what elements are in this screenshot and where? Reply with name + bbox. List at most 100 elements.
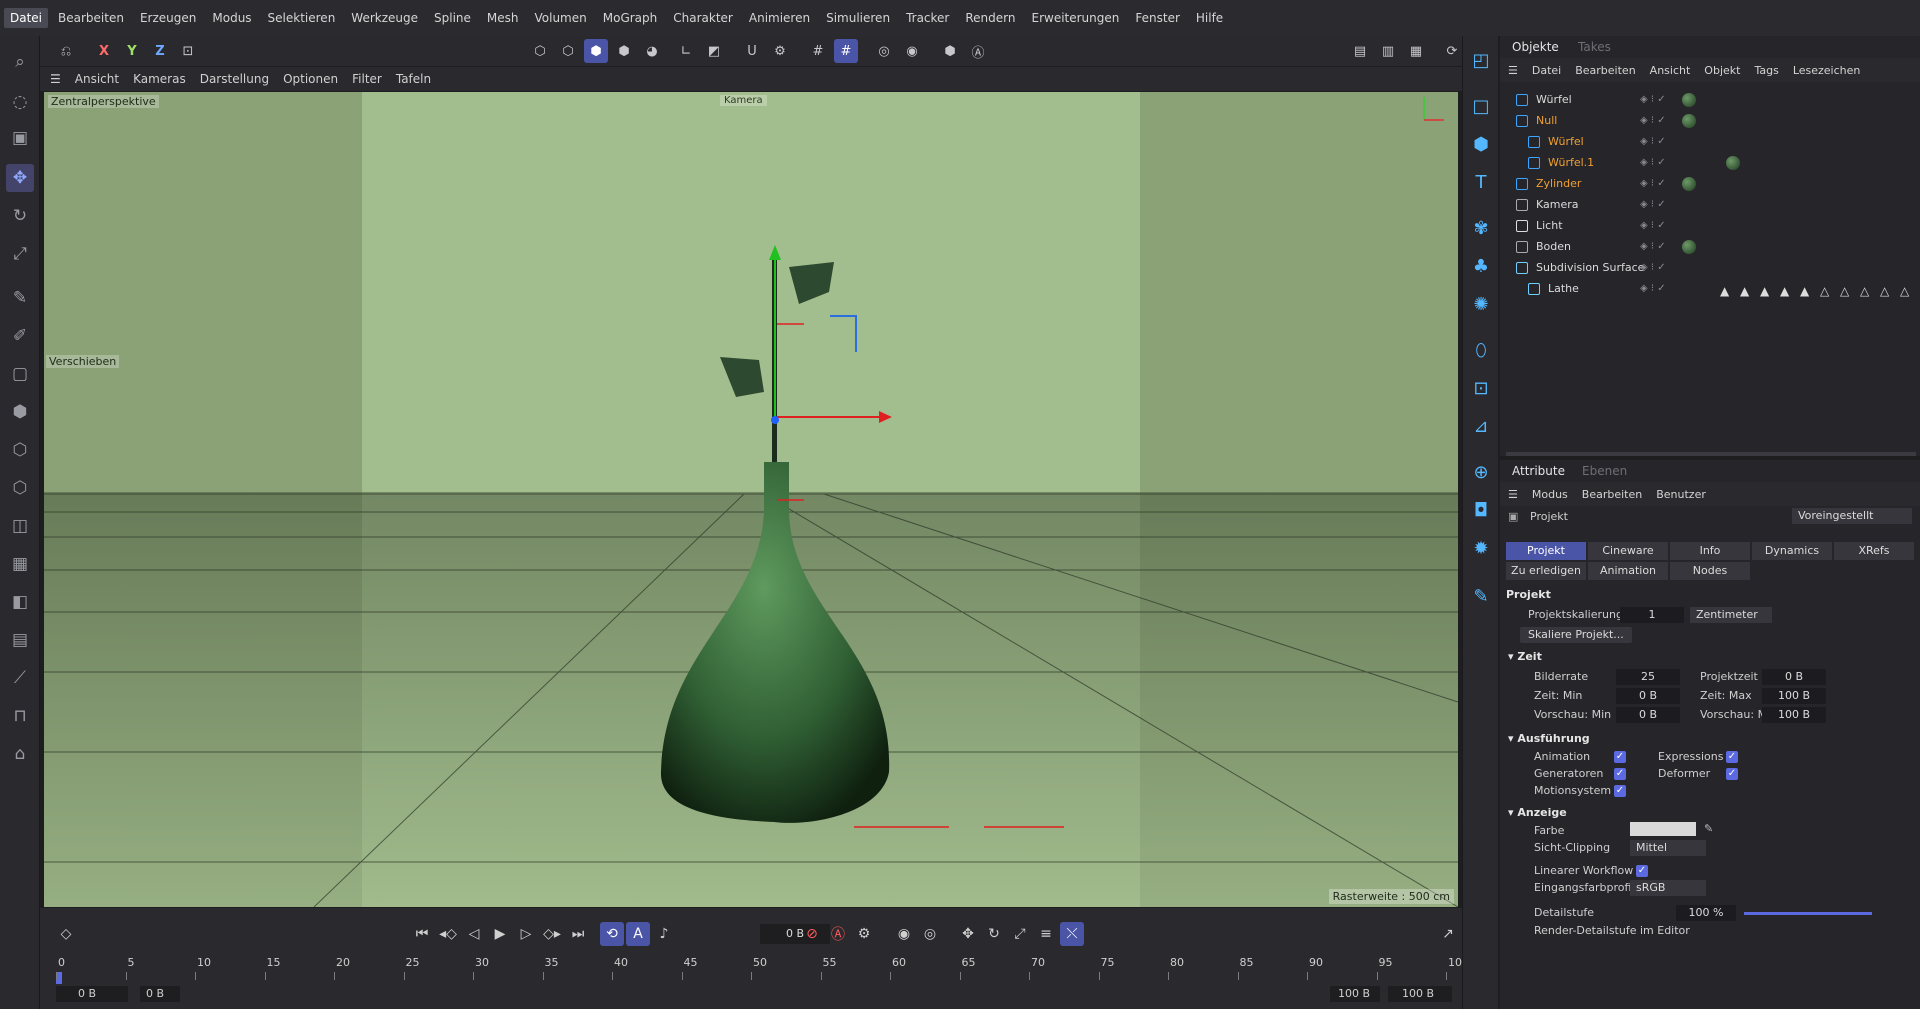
- material-tag-icon[interactable]: [1682, 93, 1696, 107]
- object-row[interactable]: Lathe ◈ ⁝ ✓ ▲ ▲ ▲ ▲ ▲ △ △ △ △ △: [1500, 279, 1920, 299]
- object-name[interactable]: Null: [1536, 111, 1557, 131]
- loop-icon[interactable]: ⟲: [600, 922, 624, 946]
- effector-icon[interactable]: ✺: [1467, 290, 1495, 318]
- subtab-xrefs[interactable]: XRefs: [1834, 542, 1914, 560]
- range-start-slider[interactable]: 0 B: [140, 986, 180, 1002]
- viewport-menu-darstellung[interactable]: Darstellung: [200, 72, 269, 86]
- key-settings-icon[interactable]: ⚙: [852, 922, 876, 946]
- subtab-animation[interactable]: Animation: [1588, 562, 1668, 580]
- snap-icon[interactable]: U: [740, 39, 764, 63]
- object-row[interactable]: Würfel.1 ◈ ⁝ ✓: [1500, 153, 1920, 173]
- object-row[interactable]: Kamera ◈ ⁝ ✓: [1500, 195, 1920, 215]
- brush-icon[interactable]: ✐: [6, 322, 34, 350]
- model-icon[interactable]: ⬢: [612, 39, 636, 63]
- object-row[interactable]: Würfel ◈ ⁝ ✓: [1500, 90, 1920, 110]
- subtab-cineware[interactable]: Cineware: [1588, 542, 1668, 560]
- object-menu-bearbeiten[interactable]: Bearbeiten: [1575, 64, 1635, 77]
- object-menu-tags[interactable]: Tags: [1754, 64, 1778, 77]
- tab-attribute[interactable]: Attribute: [1504, 460, 1573, 482]
- object-row[interactable]: Subdivision Surface ◈ ⁝ ✓: [1500, 258, 1920, 278]
- keyframe-interp-icon[interactable]: ◎: [918, 922, 942, 946]
- range-end-field[interactable]: 100 B: [1388, 986, 1452, 1002]
- menu-charakter[interactable]: Charakter: [667, 8, 739, 28]
- menu-mesh[interactable]: Mesh: [481, 8, 525, 28]
- polygon-mode-icon[interactable]: ◫: [6, 512, 34, 540]
- object-name[interactable]: Kamera: [1536, 195, 1579, 215]
- visibility-flags-icon[interactable]: ◈ ⁝ ✓: [1640, 153, 1666, 173]
- visibility-flags-icon[interactable]: ◈ ⁝ ✓: [1640, 90, 1666, 110]
- animate-icon[interactable]: Ⓐ: [966, 39, 990, 63]
- phong-tag-icon[interactable]: ▲: [1720, 281, 1729, 301]
- edges-mode-icon[interactable]: ⬡: [556, 39, 580, 63]
- curve-icon[interactable]: ↗: [1436, 922, 1460, 946]
- phong-tag-icon[interactable]: △: [1900, 281, 1909, 301]
- spline-icon[interactable]: ⊿: [1467, 412, 1495, 440]
- menu-bearbeiten[interactable]: Bearbeiten: [52, 8, 130, 28]
- viewport[interactable]: Zentralperspektive Kamera Verschieben Ra…: [44, 92, 1458, 907]
- point-mode-icon[interactable]: ⬡: [6, 436, 34, 464]
- y-axis-toggle[interactable]: Y: [120, 39, 144, 63]
- object-name[interactable]: Zylinder: [1536, 174, 1581, 194]
- prev-frame-icon[interactable]: ◁: [462, 922, 486, 946]
- object-menu-datei[interactable]: Datei: [1532, 64, 1561, 77]
- object-row[interactable]: Zylinder ◈ ⁝ ✓: [1500, 174, 1920, 194]
- menu-tracker[interactable]: Tracker: [900, 8, 955, 28]
- subtab-nodes[interactable]: Nodes: [1670, 562, 1750, 580]
- grid-icon[interactable]: #: [806, 39, 830, 63]
- skaliere-projekt-button[interactable]: Skaliere Projekt...: [1520, 627, 1632, 643]
- phong-tag-icon[interactable]: △: [1840, 281, 1849, 301]
- object-name[interactable]: Licht: [1536, 216, 1563, 236]
- material-tag-icon[interactable]: [1682, 240, 1696, 254]
- menu-werkzeuge[interactable]: Werkzeuge: [345, 8, 424, 28]
- linear-workflow-checkbox[interactable]: ✓: [1636, 865, 1648, 877]
- play-icon[interactable]: ▶: [488, 922, 512, 946]
- visibility-flags-icon[interactable]: ◈ ⁝ ✓: [1640, 174, 1666, 194]
- menu-simulieren[interactable]: Simulieren: [820, 8, 896, 28]
- subtab-dynamics[interactable]: Dynamics: [1752, 542, 1832, 560]
- render-view-icon[interactable]: ▥: [1376, 39, 1400, 63]
- workplane-grid-icon[interactable]: #: [834, 39, 858, 63]
- animation-checkbox[interactable]: ✓: [1614, 751, 1626, 763]
- solo-icon[interactable]: ◩: [702, 39, 726, 63]
- zeitmin-field[interactable]: 0 B: [1616, 688, 1680, 704]
- projektskalierung-field[interactable]: 1: [1620, 607, 1684, 623]
- polygons-mode-icon[interactable]: ⬢: [584, 39, 608, 63]
- magnet-icon[interactable]: ⊓: [6, 702, 34, 730]
- scale-tool-icon[interactable]: ⤢: [6, 240, 34, 268]
- object-name[interactable]: Subdivision Surface: [1536, 258, 1644, 278]
- auto-keyframe-icon[interactable]: A: [626, 922, 650, 946]
- bilderrate-field[interactable]: 25: [1616, 669, 1680, 685]
- phong-tag-icon[interactable]: ▲: [1780, 281, 1789, 301]
- deformer-icon[interactable]: ⬯: [1467, 336, 1495, 364]
- menu-hilfe[interactable]: Hilfe: [1190, 8, 1229, 28]
- attribute-menu-benutzer[interactable]: Benutzer: [1656, 488, 1706, 501]
- range-start-field[interactable]: 0 B: [56, 986, 128, 1002]
- attribute-menu-bearbeiten[interactable]: Bearbeiten: [1582, 488, 1642, 501]
- record-icon[interactable]: ⊘: [800, 922, 824, 946]
- camera-label[interactable]: Kamera: [720, 95, 767, 106]
- eyedropper-icon[interactable]: ✎: [1704, 822, 1713, 835]
- menu-erzeugen[interactable]: Erzeugen: [134, 8, 202, 28]
- snap-settings-icon[interactable]: ⚙: [768, 39, 792, 63]
- section-zeit[interactable]: ▾ Zeit: [1508, 650, 1542, 663]
- cube-icon[interactable]: ⬢: [938, 39, 962, 63]
- vorschaumin-field[interactable]: 0 B: [1616, 707, 1680, 723]
- knife-icon[interactable]: ⟋: [6, 664, 34, 692]
- key-scale-icon[interactable]: ⤢: [1008, 922, 1032, 946]
- light-icon[interactable]: ✹: [1467, 534, 1495, 562]
- edge-mode-icon[interactable]: ⬡: [6, 474, 34, 502]
- object-row[interactable]: Licht ◈ ⁝ ✓: [1500, 216, 1920, 236]
- motionsystem-checkbox[interactable]: ✓: [1614, 785, 1626, 797]
- visibility-flags-icon[interactable]: ◈ ⁝ ✓: [1640, 279, 1666, 299]
- object-scrollbar[interactable]: [1506, 452, 1916, 456]
- edit-icon[interactable]: ✎: [1467, 582, 1495, 610]
- field-icon[interactable]: ⊡: [1467, 374, 1495, 402]
- rotate-tool-icon[interactable]: ↻: [6, 202, 34, 230]
- key-position-icon[interactable]: ✥: [956, 922, 980, 946]
- material-tag-icon[interactable]: [1726, 156, 1740, 170]
- object-menu-objekt[interactable]: Objekt: [1704, 64, 1740, 77]
- object-name[interactable]: Würfel.1: [1548, 153, 1594, 173]
- generatoren-checkbox[interactable]: ✓: [1614, 768, 1626, 780]
- symmetry-icon[interactable]: ◎: [872, 39, 896, 63]
- next-key-icon[interactable]: ◇▸: [540, 922, 564, 946]
